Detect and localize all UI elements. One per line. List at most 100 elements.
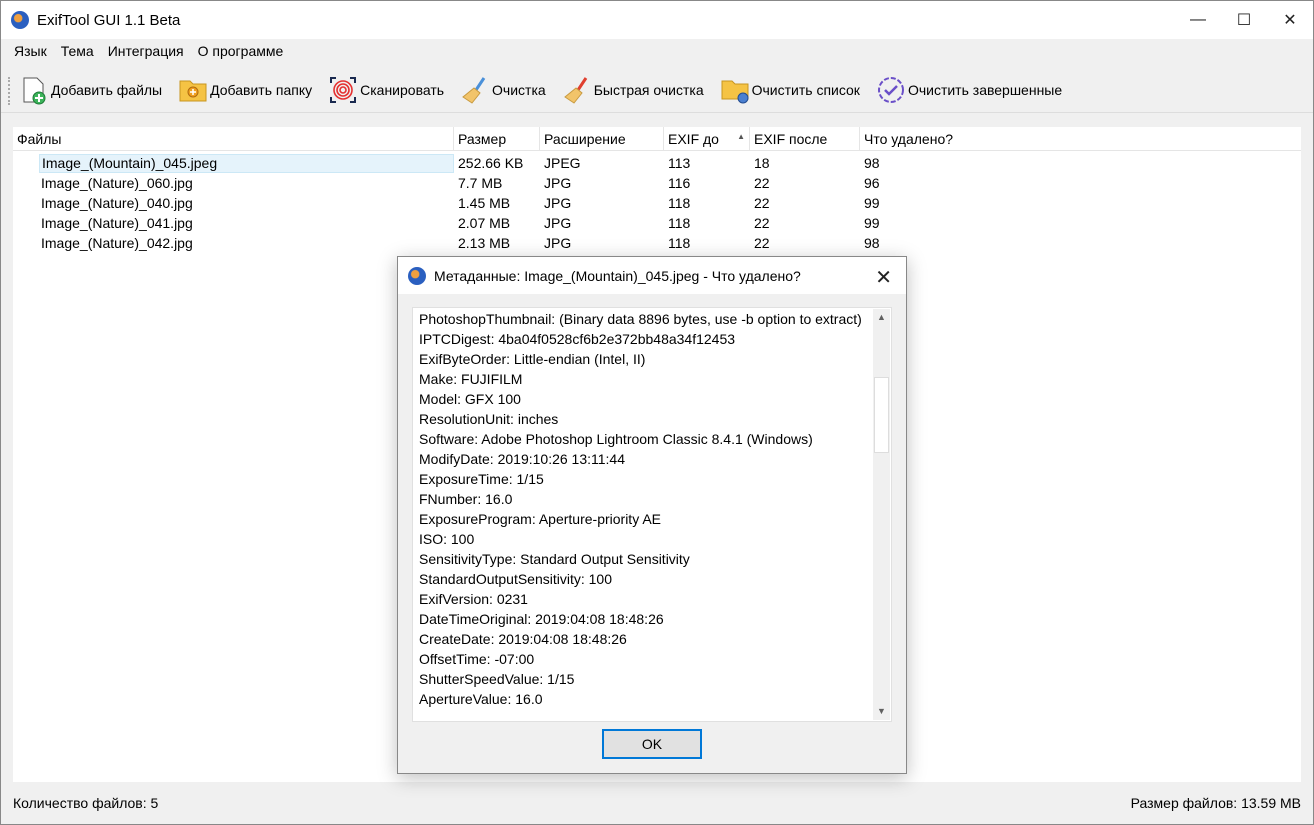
file-size-total: Размер файлов: 13.59 MB [1130, 795, 1301, 811]
column-files[interactable]: Файлы [13, 126, 454, 151]
scroll-down-icon[interactable]: ▼ [873, 703, 890, 720]
menu-theme[interactable]: Тема [54, 43, 101, 59]
app-icon [408, 266, 426, 285]
toolbar: Добавить файлы Добавить папку Сканироват… [1, 67, 1313, 113]
metadata-line: IPTCDigest: 4ba04f0528cf6b2e372bb48a34f1… [419, 331, 736, 347]
table-cell: Image_(Nature)_060.jpg [41, 175, 193, 191]
metadata-textbox[interactable]: PhotoshopThumbnail: (Binary data 8896 by… [412, 307, 892, 722]
metadata-line: ExposureProgram: Aperture-priority AE [419, 511, 661, 527]
table-cell: 118 [668, 215, 691, 231]
metadata-line: CreateDate: 2019:04:08 18:48:26 [419, 631, 627, 647]
table-cell: Image_(Mountain)_045.jpeg [39, 153, 454, 173]
menu-bar: Язык Тема Интеграция О программе [1, 39, 1313, 63]
metadata-line: Software: Adobe Photoshop Lightroom Clas… [419, 431, 813, 447]
red-broom-icon [562, 75, 592, 105]
clear-completed-button[interactable]: Очистить завершенные [876, 75, 1062, 105]
table-cell: JPEG [544, 155, 581, 171]
quick-clean-button[interactable]: Быстрая очистка [562, 75, 704, 105]
table-cell: 99 [864, 195, 880, 211]
menu-language[interactable]: Язык [7, 43, 54, 59]
status-bar: Количество файлов: 5 Размер файлов: 13.5… [1, 791, 1313, 815]
table-row[interactable]: Image_(Nature)_041.jpg 2.07 MB JPG 118 22 99 [13, 213, 1301, 233]
table-cell: 1.45 MB [458, 195, 511, 211]
metadata-line: OffsetTime: -07:00 [419, 651, 535, 667]
metadata-line: ApertureValue: 16.0 [419, 691, 543, 707]
scrollbar[interactable]: ▲ ▼ [873, 309, 890, 720]
fingerprint-icon [328, 75, 358, 105]
metadata-line: Model: GFX 100 [419, 391, 521, 407]
scrollbar-thumb[interactable] [874, 377, 889, 453]
table-cell: JPG [544, 235, 572, 251]
table-cell: 98 [864, 235, 880, 251]
maximize-button[interactable]: ☐ [1221, 1, 1267, 39]
table-row[interactable]: Image_(Nature)_040.jpg 1.45 MB JPG 118 22 99 [13, 193, 1301, 213]
metadata-line: ResolutionUnit: inches [419, 411, 559, 427]
table-cell: 2.07 MB [458, 215, 511, 231]
table-cell: Image_(Nature)_042.jpg [41, 235, 193, 251]
list-header: Файлы Размер Расширение EXIF до ▲ EXIF по… [13, 126, 1301, 151]
scroll-up-icon[interactable]: ▲ [873, 309, 890, 326]
table-cell: 22 [754, 195, 770, 211]
table-cell: 22 [754, 175, 770, 191]
sort-asc-icon: ▲ [737, 131, 745, 141]
column-exif-before[interactable]: EXIF до ▲ [664, 126, 750, 151]
metadata-line: Make: FUJIFILM [419, 371, 523, 387]
scan-button[interactable]: Сканировать [328, 75, 444, 105]
metadata-line: SensitivityType: Standard Output Sensiti… [419, 551, 690, 567]
table-cell: JPG [544, 195, 572, 211]
table-cell: 2.13 MB [458, 235, 511, 251]
table-cell: 99 [864, 215, 880, 231]
table-cell: Image_(Nature)_041.jpg [41, 215, 193, 231]
table-row[interactable]: Image_(Nature)_042.jpg 2.13 MB JPG 118 22 98 [13, 233, 1301, 253]
close-button[interactable]: ✕ [1267, 1, 1313, 39]
table-cell: 118 [668, 195, 691, 211]
clear-list-folder-icon [720, 75, 750, 105]
column-removed[interactable]: Что удалено? [860, 127, 1160, 151]
table-cell: 252.66 KB [458, 155, 524, 171]
metadata-line: ExposureTime: 1/15 [419, 471, 544, 487]
table-row[interactable]: Image_(Mountain)_045.jpeg 252.66 KB JPEG 11… [13, 153, 1301, 173]
table-row[interactable]: Image_(Nature)_060.jpg 7.7 MB JPG 116 22 96 [13, 173, 1301, 193]
table-cell: 18 [754, 155, 770, 171]
add-files-button[interactable]: Добавить файлы [19, 75, 162, 105]
table-cell: 116 [668, 175, 691, 191]
add-folder-icon [178, 75, 208, 105]
add-file-icon [19, 75, 49, 105]
broom-icon [460, 75, 490, 105]
clear-list-button[interactable]: Очистить список [720, 75, 860, 105]
window-title: ExifTool GUI 1.1 Beta [37, 11, 181, 29]
close-icon[interactable]: ✕ [875, 265, 892, 290]
metadata-line: ModifyDate: 2019:10:26 13:11:44 [419, 451, 626, 467]
metadata-line: ExifVersion: 0231 [419, 591, 528, 607]
table-cell: Image_(Nature)_040.jpg [41, 195, 193, 211]
check-circle-icon [876, 75, 906, 105]
table-cell: 22 [754, 215, 770, 231]
menu-about[interactable]: О программе [191, 43, 291, 59]
metadata-dialog: Метаданные: Image_(Mountain)_045.jpeg - … [397, 256, 907, 774]
table-cell: 7.7 MB [458, 175, 503, 191]
table-cell: 118 [668, 235, 691, 251]
menu-integration[interactable]: Интеграция [101, 43, 191, 59]
table-cell: 98 [864, 155, 880, 171]
add-folder-button[interactable]: Добавить папку [178, 75, 312, 105]
table-cell: JPG [544, 175, 572, 191]
metadata-line: ShutterSpeedValue: 1/15 [419, 671, 575, 687]
toolbar-grip[interactable] [8, 77, 11, 105]
column-extension[interactable]: Расширение [540, 126, 664, 151]
metadata-line: PhotoshopThumbnail: (Binary data 8896 by… [419, 311, 862, 327]
metadata-line: StandardOutputSensitivity: 100 [419, 571, 613, 587]
title-bar: ExifTool GUI 1.1 Beta — ☐ ✕ [1, 1, 1313, 39]
dialog-title: Метаданные: Image_(Mountain)_045.jpeg - … [434, 267, 801, 284]
column-exif-after[interactable]: EXIF после [750, 126, 860, 151]
table-cell: 22 [754, 235, 770, 251]
metadata-line: DateTimeOriginal: 2019:04:08 18:48:26 [419, 611, 664, 627]
minimize-button[interactable]: — [1175, 1, 1221, 39]
clean-button[interactable]: Очистка [460, 75, 546, 105]
ok-button[interactable]: OK [602, 729, 702, 759]
file-count: Количество файлов: 5 [13, 795, 159, 811]
table-cell: 113 [668, 155, 691, 171]
metadata-line: ExifByteOrder: Little-endian (Intel, II) [419, 351, 646, 367]
app-icon [11, 11, 29, 29]
column-size[interactable]: Размер [454, 126, 540, 151]
table-cell: 96 [864, 175, 880, 191]
